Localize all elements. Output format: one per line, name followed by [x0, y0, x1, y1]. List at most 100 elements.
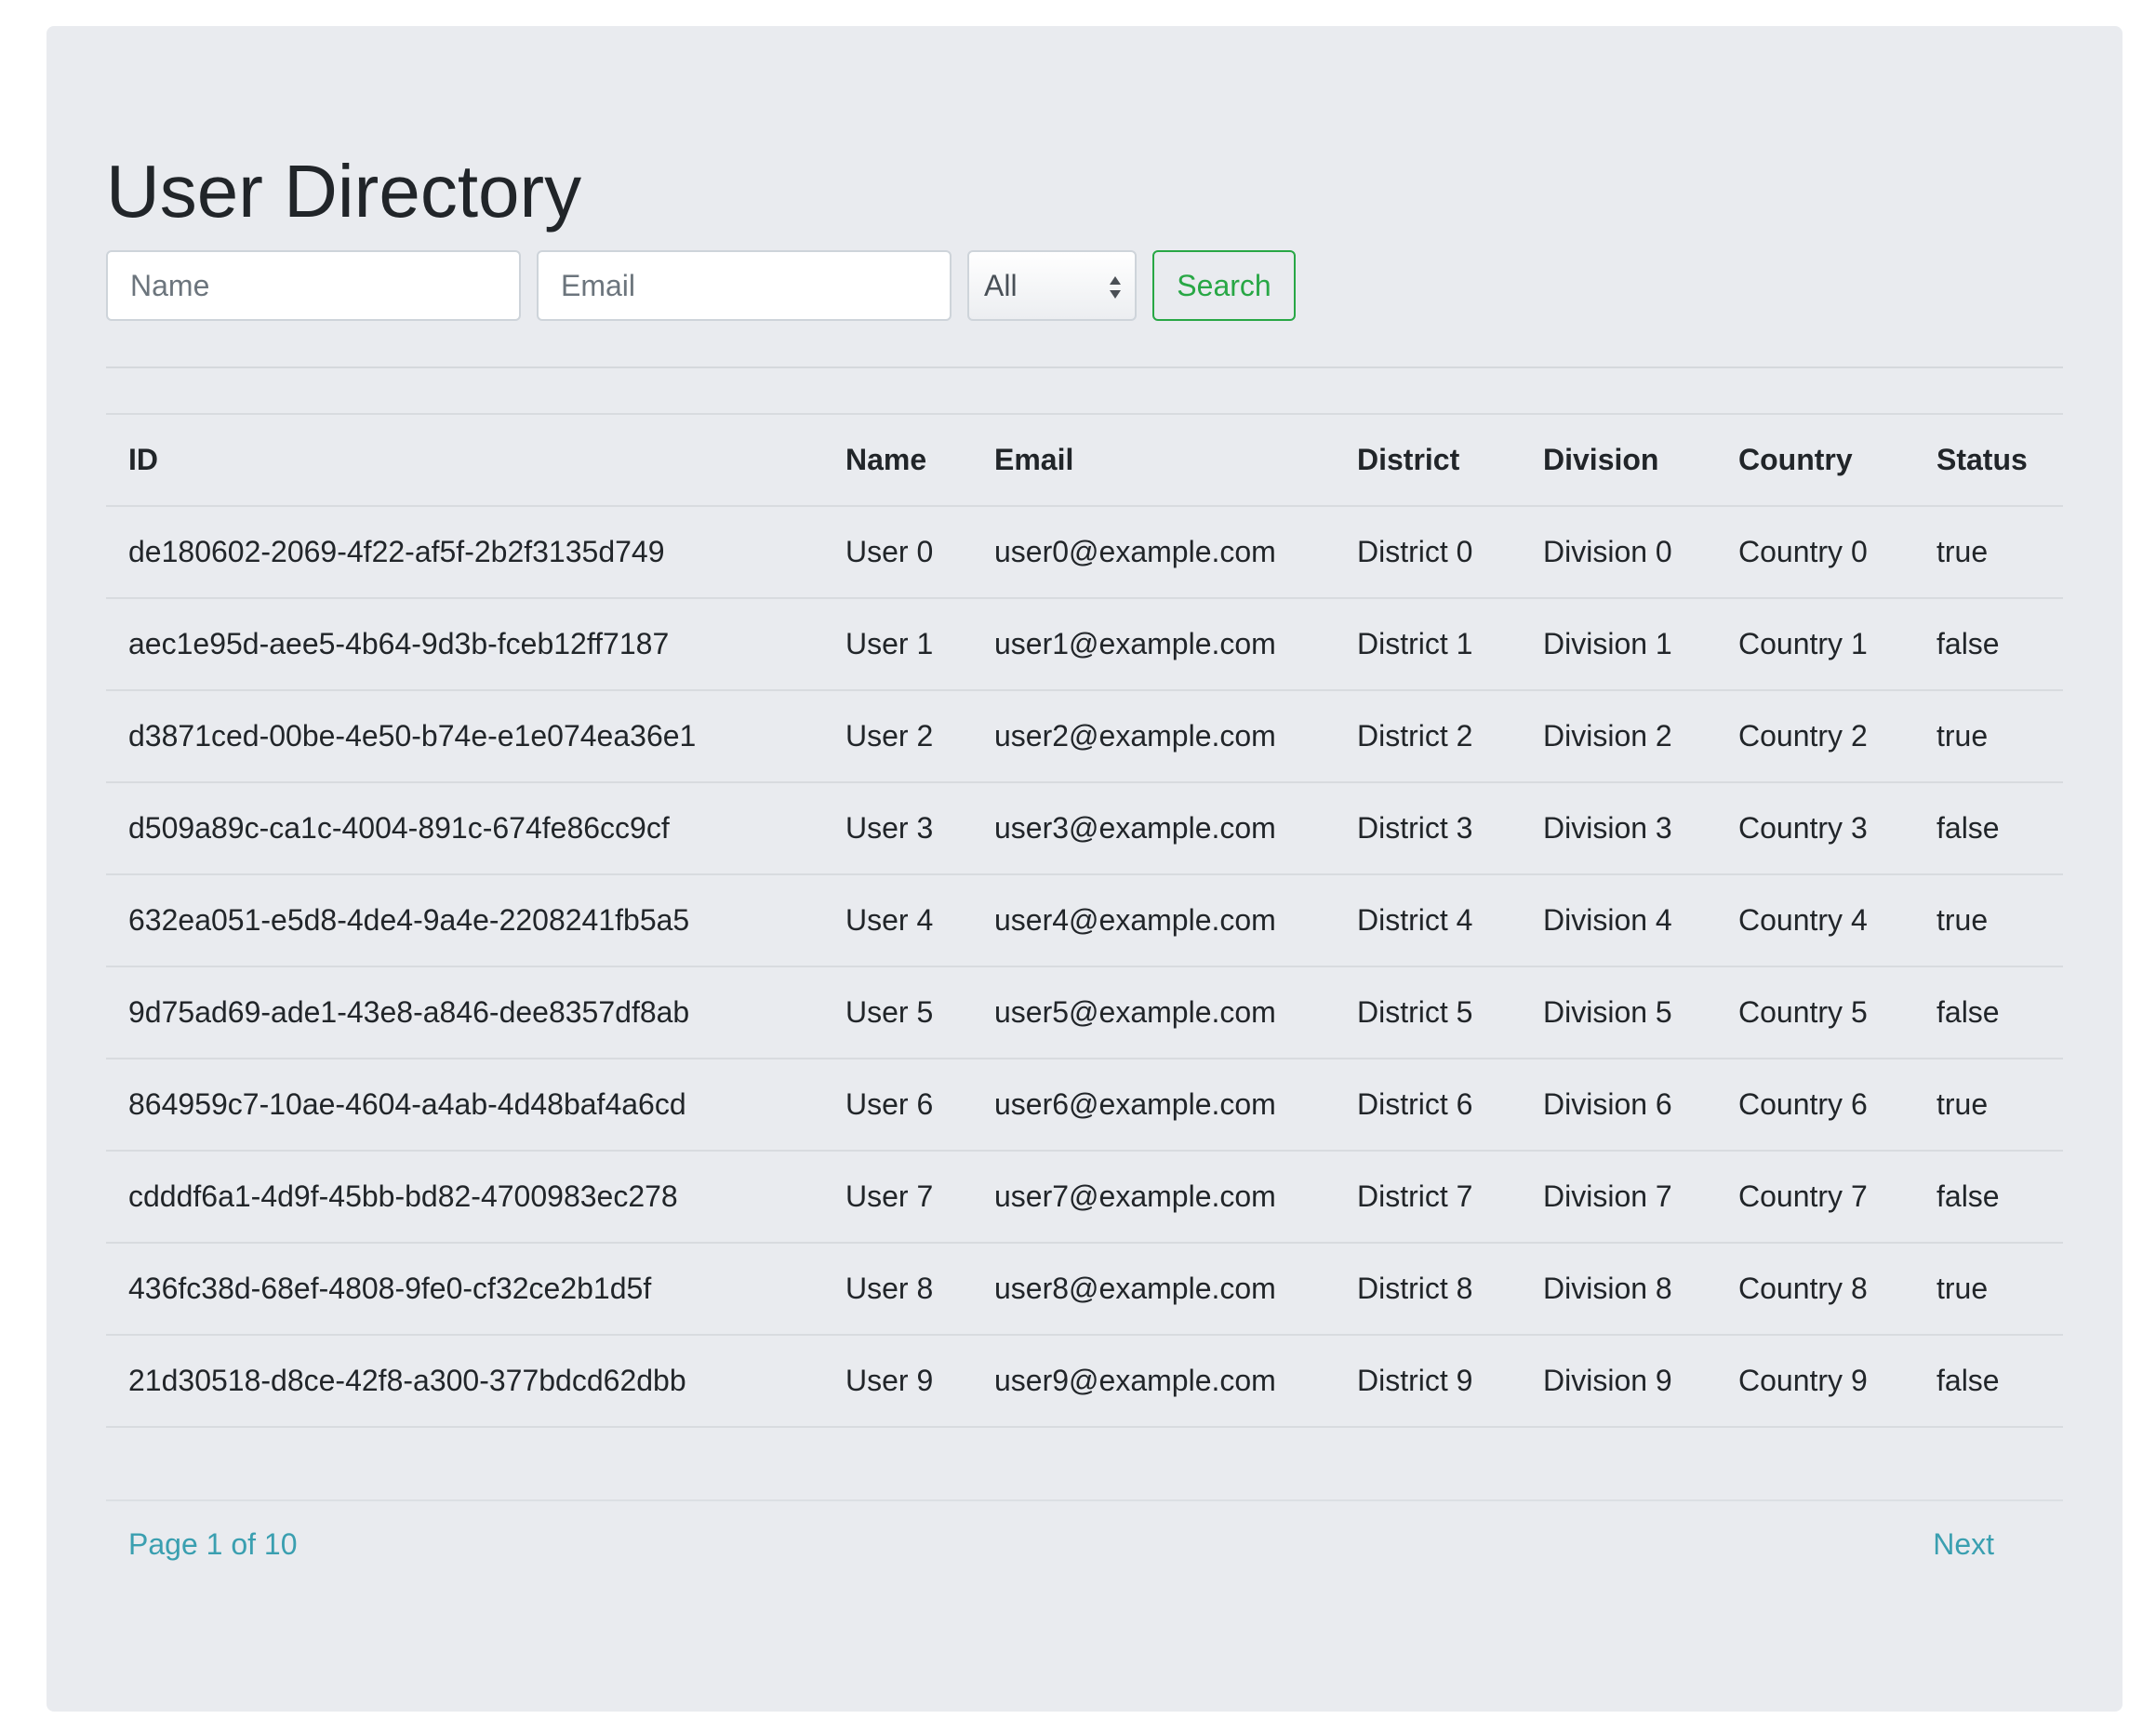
cell-id: 436fc38d-68ef-4808-9fe0-cf32ce2b1d5f	[106, 1242, 823, 1335]
next-page-link[interactable]: Next	[1933, 1527, 1994, 1562]
up-down-chevron-icon	[1110, 276, 1121, 299]
cell-id: 864959c7-10ae-4604-a4ab-4d48baf4a6cd	[106, 1058, 823, 1151]
cell-email: user7@example.com	[972, 1150, 1335, 1243]
column-header-division[interactable]: Division	[1521, 413, 1716, 507]
cell-division: Division 8	[1521, 1242, 1716, 1335]
cell-status: false	[1914, 1150, 2063, 1243]
cell-district: District 1	[1335, 597, 1521, 690]
cell-id: 21d30518-d8ce-42f8-a300-377bdcd62dbb	[106, 1334, 823, 1428]
cell-id: 9d75ad69-ade1-43e8-a846-dee8357df8ab	[106, 966, 823, 1059]
column-header-id[interactable]: ID	[106, 413, 823, 507]
cell-email: user1@example.com	[972, 597, 1335, 690]
table-row[interactable]: 9d75ad69-ade1-43e8-a846-dee8357df8ab Use…	[106, 966, 2063, 1059]
cell-division: Division 4	[1521, 873, 1716, 966]
cell-district: District 3	[1335, 781, 1521, 874]
cell-country: Country 6	[1716, 1058, 1914, 1151]
cell-status: false	[1914, 597, 2063, 690]
users-table: ID Name Email District Division Country …	[106, 413, 2063, 1428]
table-row[interactable]: 21d30518-d8ce-42f8-a300-377bdcd62dbb Use…	[106, 1334, 2063, 1428]
cell-division: Division 6	[1521, 1058, 1716, 1151]
page-indicator: Page 1 of 10	[128, 1527, 298, 1561]
cell-country: Country 7	[1716, 1150, 1914, 1243]
cell-id: d3871ced-00be-4e50-b74e-e1e074ea36e1	[106, 689, 823, 782]
cell-email: user9@example.com	[972, 1334, 1335, 1428]
cell-country: Country 4	[1716, 873, 1914, 966]
cell-email: user3@example.com	[972, 781, 1335, 874]
filter-bar: All Search	[106, 250, 1296, 321]
cell-name: User 5	[823, 966, 972, 1059]
status-filter-select[interactable]: All	[967, 250, 1137, 321]
cell-id: d509a89c-ca1c-4004-891c-674fe86cc9cf	[106, 781, 823, 874]
cell-status: false	[1914, 966, 2063, 1059]
cell-district: District 2	[1335, 689, 1521, 782]
table-row[interactable]: d3871ced-00be-4e50-b74e-e1e074ea36e1 Use…	[106, 689, 2063, 782]
cell-name: User 6	[823, 1058, 972, 1151]
cell-name: User 7	[823, 1150, 972, 1243]
cell-id: cdddf6a1-4d9f-45bb-bd82-4700983ec278	[106, 1150, 823, 1243]
column-header-country[interactable]: Country	[1716, 413, 1914, 507]
cell-email: user8@example.com	[972, 1242, 1335, 1335]
status-filter-value: All	[984, 268, 1018, 302]
pagination-bar: Page 1 of 10 Next	[106, 1499, 2063, 1594]
cell-name: User 1	[823, 597, 972, 690]
cell-status: true	[1914, 689, 2063, 782]
cell-email: user0@example.com	[972, 505, 1335, 598]
column-header-status[interactable]: Status	[1914, 413, 2063, 507]
cell-district: District 8	[1335, 1242, 1521, 1335]
table-row[interactable]: d509a89c-ca1c-4004-891c-674fe86cc9cf Use…	[106, 781, 2063, 874]
cell-division: Division 5	[1521, 966, 1716, 1059]
column-header-name[interactable]: Name	[823, 413, 972, 507]
cell-status: true	[1914, 505, 2063, 598]
cell-district: District 4	[1335, 873, 1521, 966]
column-header-district[interactable]: District	[1335, 413, 1521, 507]
table-row[interactable]: 632ea051-e5d8-4de4-9a4e-2208241fb5a5 Use…	[106, 873, 2063, 966]
cell-id: 632ea051-e5d8-4de4-9a4e-2208241fb5a5	[106, 873, 823, 966]
page-title: User Directory	[106, 150, 582, 233]
cell-division: Division 0	[1521, 505, 1716, 598]
cell-district: District 5	[1335, 966, 1521, 1059]
cell-email: user6@example.com	[972, 1058, 1335, 1151]
cell-id: de180602-2069-4f22-af5f-2b2f3135d749	[106, 505, 823, 598]
cell-name: User 0	[823, 505, 972, 598]
table-row[interactable]: 436fc38d-68ef-4808-9fe0-cf32ce2b1d5f Use…	[106, 1242, 2063, 1335]
cell-country: Country 9	[1716, 1334, 1914, 1428]
cell-country: Country 2	[1716, 689, 1914, 782]
cell-name: User 3	[823, 781, 972, 874]
cell-name: User 9	[823, 1334, 972, 1428]
cell-email: user2@example.com	[972, 689, 1335, 782]
cell-country: Country 3	[1716, 781, 1914, 874]
cell-status: true	[1914, 1242, 2063, 1335]
cell-name: User 8	[823, 1242, 972, 1335]
cell-country: Country 5	[1716, 966, 1914, 1059]
cell-status: true	[1914, 873, 2063, 966]
column-header-email[interactable]: Email	[972, 413, 1335, 507]
cell-status: true	[1914, 1058, 2063, 1151]
cell-country: Country 1	[1716, 597, 1914, 690]
cell-name: User 2	[823, 689, 972, 782]
cell-district: District 6	[1335, 1058, 1521, 1151]
cell-division: Division 7	[1521, 1150, 1716, 1243]
table-row[interactable]: aec1e95d-aee5-4b64-9d3b-fceb12ff7187 Use…	[106, 597, 2063, 690]
cell-name: User 4	[823, 873, 972, 966]
name-filter-input[interactable]	[106, 250, 521, 321]
table-row[interactable]: de180602-2069-4f22-af5f-2b2f3135d749 Use…	[106, 505, 2063, 598]
cell-division: Division 9	[1521, 1334, 1716, 1428]
cell-district: District 9	[1335, 1334, 1521, 1428]
cell-status: false	[1914, 781, 2063, 874]
cell-country: Country 0	[1716, 505, 1914, 598]
cell-division: Division 1	[1521, 597, 1716, 690]
table-row[interactable]: cdddf6a1-4d9f-45bb-bd82-4700983ec278 Use…	[106, 1150, 2063, 1243]
email-filter-input[interactable]	[537, 250, 952, 321]
directory-panel: User Directory All Search ID Name Email	[47, 26, 2123, 1712]
search-button[interactable]: Search	[1152, 250, 1296, 321]
cell-id: aec1e95d-aee5-4b64-9d3b-fceb12ff7187	[106, 597, 823, 690]
cell-status: false	[1914, 1334, 2063, 1428]
table-header-row: ID Name Email District Division Country …	[106, 413, 2063, 507]
cell-email: user4@example.com	[972, 873, 1335, 966]
cell-division: Division 2	[1521, 689, 1716, 782]
filter-divider	[106, 366, 2063, 368]
table-row[interactable]: 864959c7-10ae-4604-a4ab-4d48baf4a6cd Use…	[106, 1058, 2063, 1151]
cell-district: District 0	[1335, 505, 1521, 598]
cell-district: District 7	[1335, 1150, 1521, 1243]
cell-division: Division 3	[1521, 781, 1716, 874]
